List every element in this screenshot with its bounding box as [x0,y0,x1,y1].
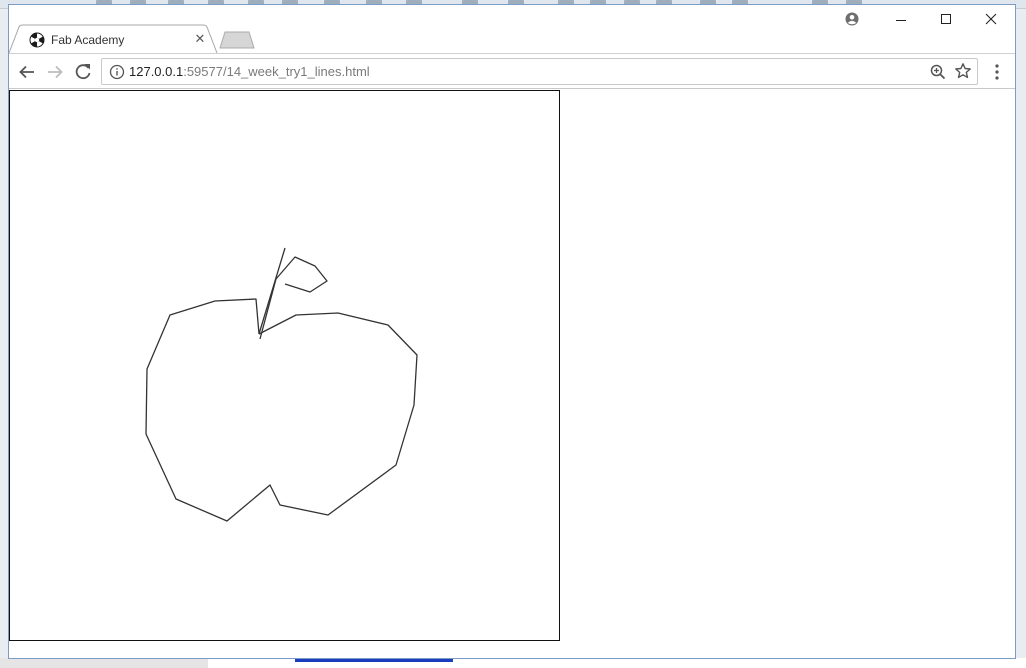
url-path: :59577/14_week_try1_lines.html [183,64,370,79]
tab-title: Fab Academy [51,33,125,47]
browser-toolbar: 127.0.0.1:59577/14_week_try1_lines.html [9,53,1015,89]
url-text[interactable]: 127.0.0.1:59577/14_week_try1_lines.html [129,59,370,84]
address-bar[interactable]: 127.0.0.1:59577/14_week_try1_lines.html [101,58,978,85]
drawing-canvas[interactable] [9,90,560,641]
maximize-icon[interactable] [940,13,952,25]
new-tab-button[interactable] [219,31,255,49]
title-bar: Fab Academy ✕ [9,5,1015,53]
close-window-icon[interactable] [985,13,997,25]
tab-close-icon[interactable]: ✕ [192,31,208,47]
apple-outline [145,298,418,522]
url-host: 127.0.0.1 [129,64,184,79]
page-viewport [9,89,1015,658]
profile-icon[interactable] [845,12,859,26]
apple-stem [258,247,286,335]
browser-window: Fab Academy ✕ 127.0.0.1:59577/14_week_tr… [8,4,1016,659]
reload-icon[interactable] [71,60,95,84]
bookmark-star-icon[interactable] [954,62,972,80]
info-icon[interactable] [109,64,125,80]
minimize-icon[interactable] [895,14,907,26]
fab-academy-favicon-icon [29,32,45,48]
apple-leaf [275,256,328,293]
back-arrow-icon[interactable] [15,60,39,84]
zoom-icon[interactable] [929,63,947,81]
desktop-background-page [0,658,1026,668]
apple-drawing [145,247,418,522]
forward-arrow-icon[interactable] [43,60,67,84]
menu-kebab-icon[interactable] [991,62,1003,82]
desktop-background-panel [0,658,208,668]
